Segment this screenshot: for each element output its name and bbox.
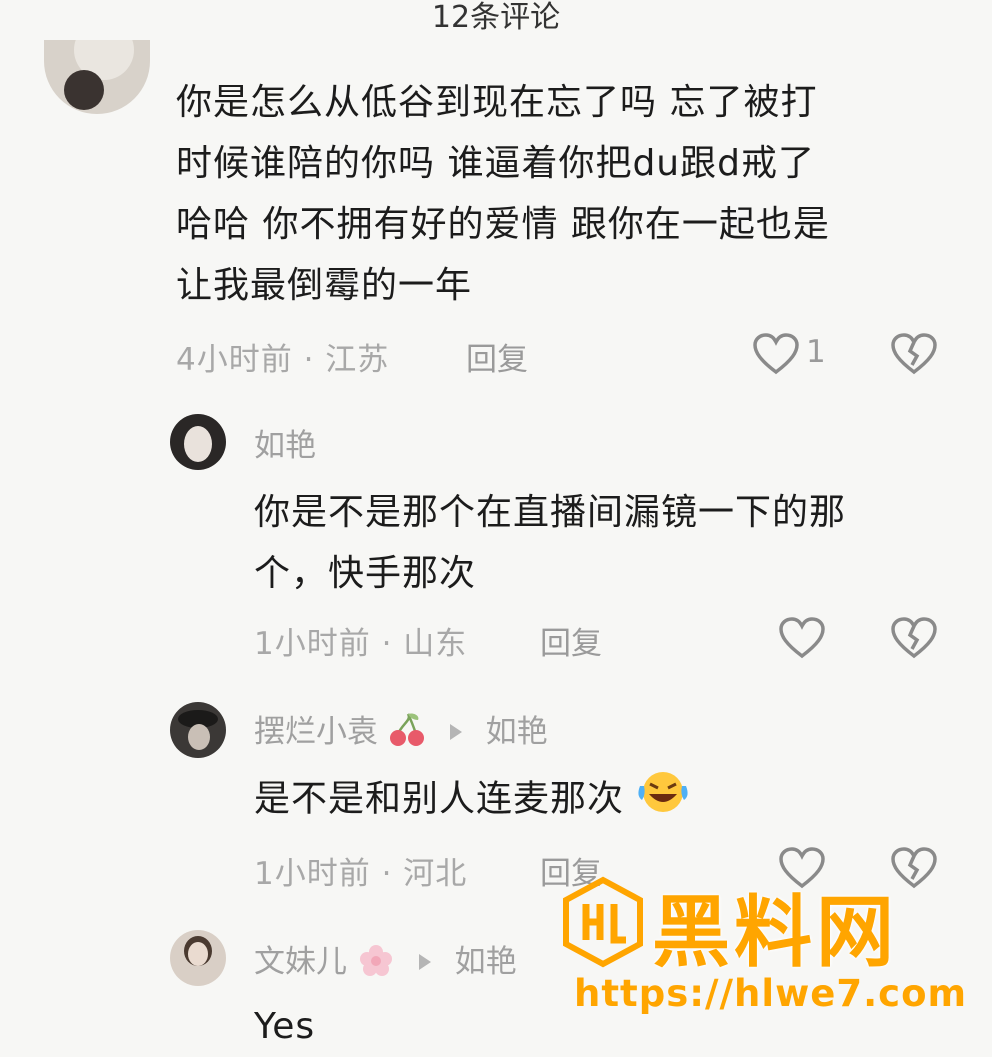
reply-arrow-icon [449, 723, 462, 740]
heart-icon[interactable] [778, 617, 826, 663]
broken-heart-icon[interactable] [890, 617, 938, 663]
user-avatar[interactable] [170, 702, 226, 758]
heart-icon[interactable] [752, 333, 800, 379]
watermark-logo [560, 876, 646, 972]
comment-text: 是不是和别人连麦那次 [254, 768, 954, 833]
comment-text: 你是怎么从低谷到现在忘了吗 忘了被打 时候谁陪的你吗 谁逼着你把du跟d戒了 哈… [176, 82, 830, 306]
watermark-url: https://hlwe7.com [574, 972, 968, 1015]
user-avatar[interactable] [170, 930, 226, 986]
comment-text: 你是不是那个在直播间漏镜一下的那 个，快手那次 [254, 492, 847, 594]
comment-meta: 4小时前 · 江苏 [176, 342, 390, 378]
username[interactable]: 如艳 [254, 420, 316, 465]
like-count: 1 [806, 334, 826, 370]
user-avatar[interactable] [44, 40, 150, 114]
flower-icon [357, 942, 395, 986]
reply-button[interactable]: 回复 [540, 618, 602, 663]
comment-text: Yes [254, 1006, 316, 1047]
laughing-crying-emoji-icon [636, 768, 690, 833]
comments-header-title: 12条评论 [431, 0, 561, 35]
watermark-title: 黑料网 [652, 888, 899, 978]
comment-meta: 1小时前 · 山东 [254, 626, 468, 662]
comment-meta: 1小时前 · 河北 [254, 856, 468, 892]
username[interactable]: 文妹儿 如艳 [254, 936, 517, 986]
watermark: 黑料网 https://hlwe7.com [560, 876, 980, 1026]
username[interactable]: 摆烂小袁 如艳 [254, 706, 548, 756]
reply-arrow-icon [418, 953, 431, 970]
user-avatar[interactable] [170, 414, 226, 470]
reply-button[interactable]: 回复 [466, 334, 528, 379]
broken-heart-icon[interactable] [890, 333, 938, 379]
cherry-icon [388, 712, 426, 756]
